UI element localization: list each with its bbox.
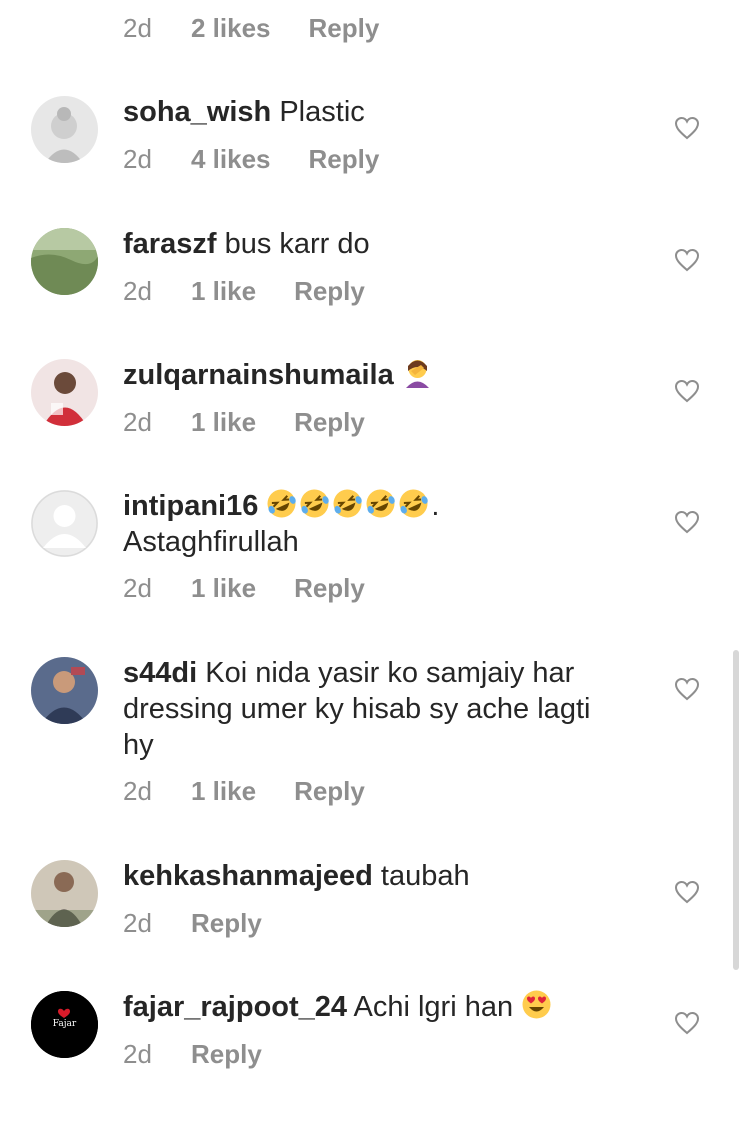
heart-outline-icon[interactable]: [674, 677, 700, 701]
comment-meta: 2d 1 like Reply: [123, 573, 365, 603]
comment-meta-top: 2d 2 likes Reply: [123, 13, 379, 43]
avatar-label: Fajar: [52, 1019, 77, 1029]
comment-body: bus karr do: [224, 228, 370, 260]
comment-age: 2d: [123, 407, 152, 437]
avatar[interactable]: [31, 228, 98, 295]
heart-outline-icon[interactable]: [674, 1011, 700, 1035]
comment-text: intipani16 . Astaghfirullah: [123, 488, 643, 560]
like-count[interactable]: 1 like: [191, 407, 256, 437]
heart-outline-icon[interactable]: [674, 116, 700, 140]
comment-username[interactable]: faraszf: [123, 228, 217, 260]
rolling-on-floor-laughing-emoji: [266, 488, 297, 519]
like-count[interactable]: 2 likes: [191, 13, 271, 43]
comment-body: Plastic: [279, 96, 365, 128]
heart-outline-icon[interactable]: [674, 880, 700, 904]
reply-button[interactable]: Reply: [309, 144, 380, 174]
comment-username[interactable]: intipani16: [123, 490, 258, 522]
woman-facepalming-emoji: [402, 357, 433, 388]
comment-body: Achi lgri han: [353, 991, 514, 1023]
comment-username[interactable]: kehkashanmajeed: [123, 860, 373, 892]
like-count[interactable]: 1 like: [191, 276, 256, 306]
heart-outline-icon[interactable]: [674, 510, 700, 534]
comment-age: 2d: [123, 908, 152, 938]
comment-username[interactable]: zulqarnainshumaila: [123, 359, 394, 391]
comment-username[interactable]: soha_wish: [123, 96, 271, 128]
avatar[interactable]: [31, 860, 98, 927]
scrollbar[interactable]: [733, 650, 739, 970]
comment-username[interactable]: s44di: [123, 657, 197, 689]
reply-button[interactable]: Reply: [294, 276, 365, 306]
heart-eyes-emoji: [521, 989, 552, 1020]
comment-age: 2d: [123, 144, 152, 174]
comment-text: zulqarnainshumaila: [123, 357, 643, 393]
comment-meta: 2d Reply: [123, 1039, 262, 1069]
emoji-group: [266, 488, 431, 522]
reply-button[interactable]: Reply: [191, 1039, 262, 1069]
comment-text: faraszf bus karr do: [123, 226, 643, 262]
comment-meta: 2d 1 like Reply: [123, 407, 365, 437]
comment-meta: 2d 1 like Reply: [123, 776, 365, 806]
comment-body-line2: Astaghfirullah: [123, 526, 299, 558]
comment-meta: 2d 1 like Reply: [123, 276, 365, 306]
comment-body: taubah: [380, 860, 470, 892]
avatar[interactable]: [31, 657, 98, 724]
avatar[interactable]: [31, 490, 98, 557]
reply-button[interactable]: Reply: [294, 573, 365, 603]
comment-body: .: [431, 490, 440, 522]
comment-text: kehkashanmajeed taubah: [123, 858, 643, 894]
like-count[interactable]: 4 likes: [191, 144, 271, 174]
comment-text: s44di Koi nida yasir ko samjaiy har dres…: [123, 655, 623, 763]
like-count[interactable]: 1 like: [191, 573, 256, 603]
comment-text: soha_wish Plastic: [123, 94, 643, 130]
comment-username[interactable]: fajar_rajpoot_24: [123, 991, 347, 1023]
reply-button[interactable]: Reply: [294, 776, 365, 806]
rolling-on-floor-laughing-emoji: [365, 488, 396, 519]
comment-meta: 2d Reply: [123, 908, 262, 938]
rolling-on-floor-laughing-emoji: [398, 488, 429, 519]
reply-button[interactable]: Reply: [294, 407, 365, 437]
reply-button[interactable]: Reply: [191, 908, 262, 938]
heart-outline-icon[interactable]: [674, 248, 700, 272]
comment-age: 2d: [123, 573, 152, 603]
comment-meta: 2d 4 likes Reply: [123, 144, 379, 174]
comment-age: 2d: [123, 776, 152, 806]
comment-age: 2d: [123, 13, 152, 43]
avatar[interactable]: [31, 359, 98, 426]
avatar[interactable]: Fajar: [31, 991, 98, 1058]
like-count[interactable]: 1 like: [191, 776, 256, 806]
rolling-on-floor-laughing-emoji: [332, 488, 363, 519]
rolling-on-floor-laughing-emoji: [299, 488, 330, 519]
comment-text: fajar_rajpoot_24 Achi lgri han: [123, 989, 643, 1025]
comment-age: 2d: [123, 1039, 152, 1069]
comment-age: 2d: [123, 276, 152, 306]
comments-feed: 2d 2 likes Reply soha_wish Plastic 2d 4 lik…: [0, 0, 740, 1122]
heart-outline-icon[interactable]: [674, 379, 700, 403]
avatar[interactable]: [31, 96, 98, 163]
reply-button[interactable]: Reply: [309, 13, 380, 43]
